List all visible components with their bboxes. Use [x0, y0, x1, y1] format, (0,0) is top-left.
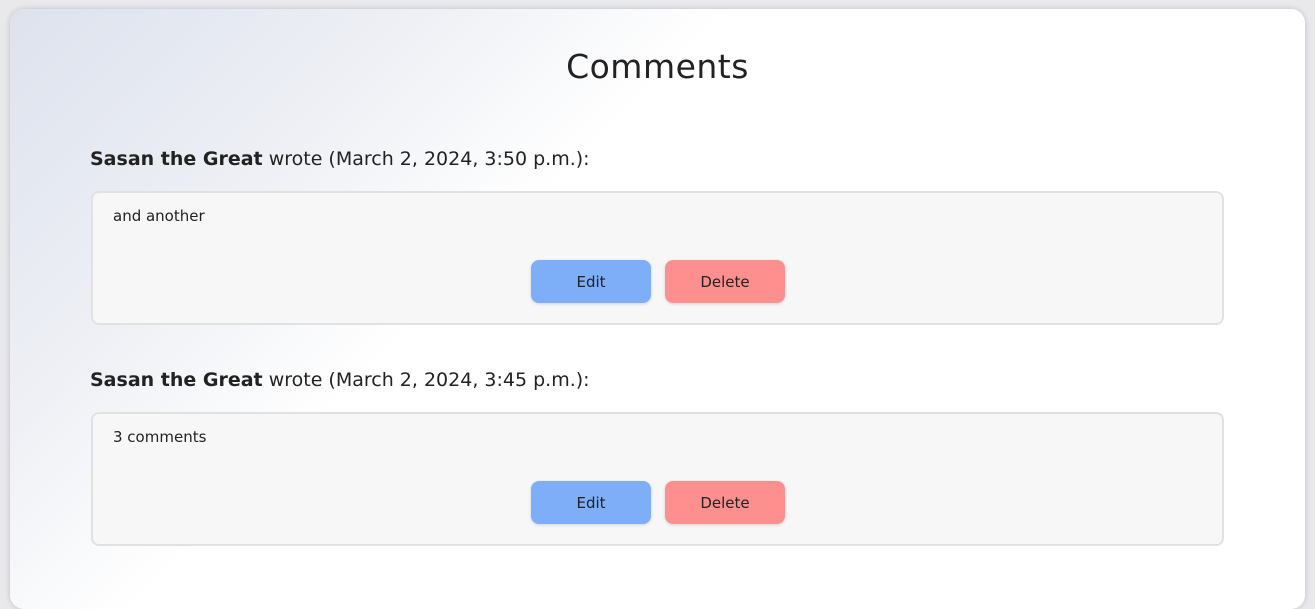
comment-box: 3 comments Edit Delete	[91, 412, 1224, 546]
comment-author: Sasan the Great	[90, 148, 263, 170]
page-title: Comments	[566, 47, 749, 86]
comment-text: and another	[113, 207, 205, 225]
edit-button[interactable]: Edit	[531, 481, 651, 524]
comment-box: and another Edit Delete	[91, 191, 1224, 325]
edit-button[interactable]: Edit	[531, 260, 651, 303]
comments-card: Comments Sasan the Great wrote (March 2,…	[10, 9, 1305, 609]
comment-header: Sasan the Great wrote (March 2, 2024, 3:…	[90, 369, 590, 391]
comment-author: Sasan the Great	[90, 369, 263, 391]
comment-meta: wrote (March 2, 2024, 3:50 p.m.):	[262, 148, 590, 170]
comment-header: Sasan the Great wrote (March 2, 2024, 3:…	[90, 148, 590, 170]
comment-text: 3 comments	[113, 428, 207, 446]
delete-button[interactable]: Delete	[665, 481, 785, 524]
comment-meta: wrote (March 2, 2024, 3:45 p.m.):	[262, 369, 590, 391]
delete-button[interactable]: Delete	[665, 260, 785, 303]
